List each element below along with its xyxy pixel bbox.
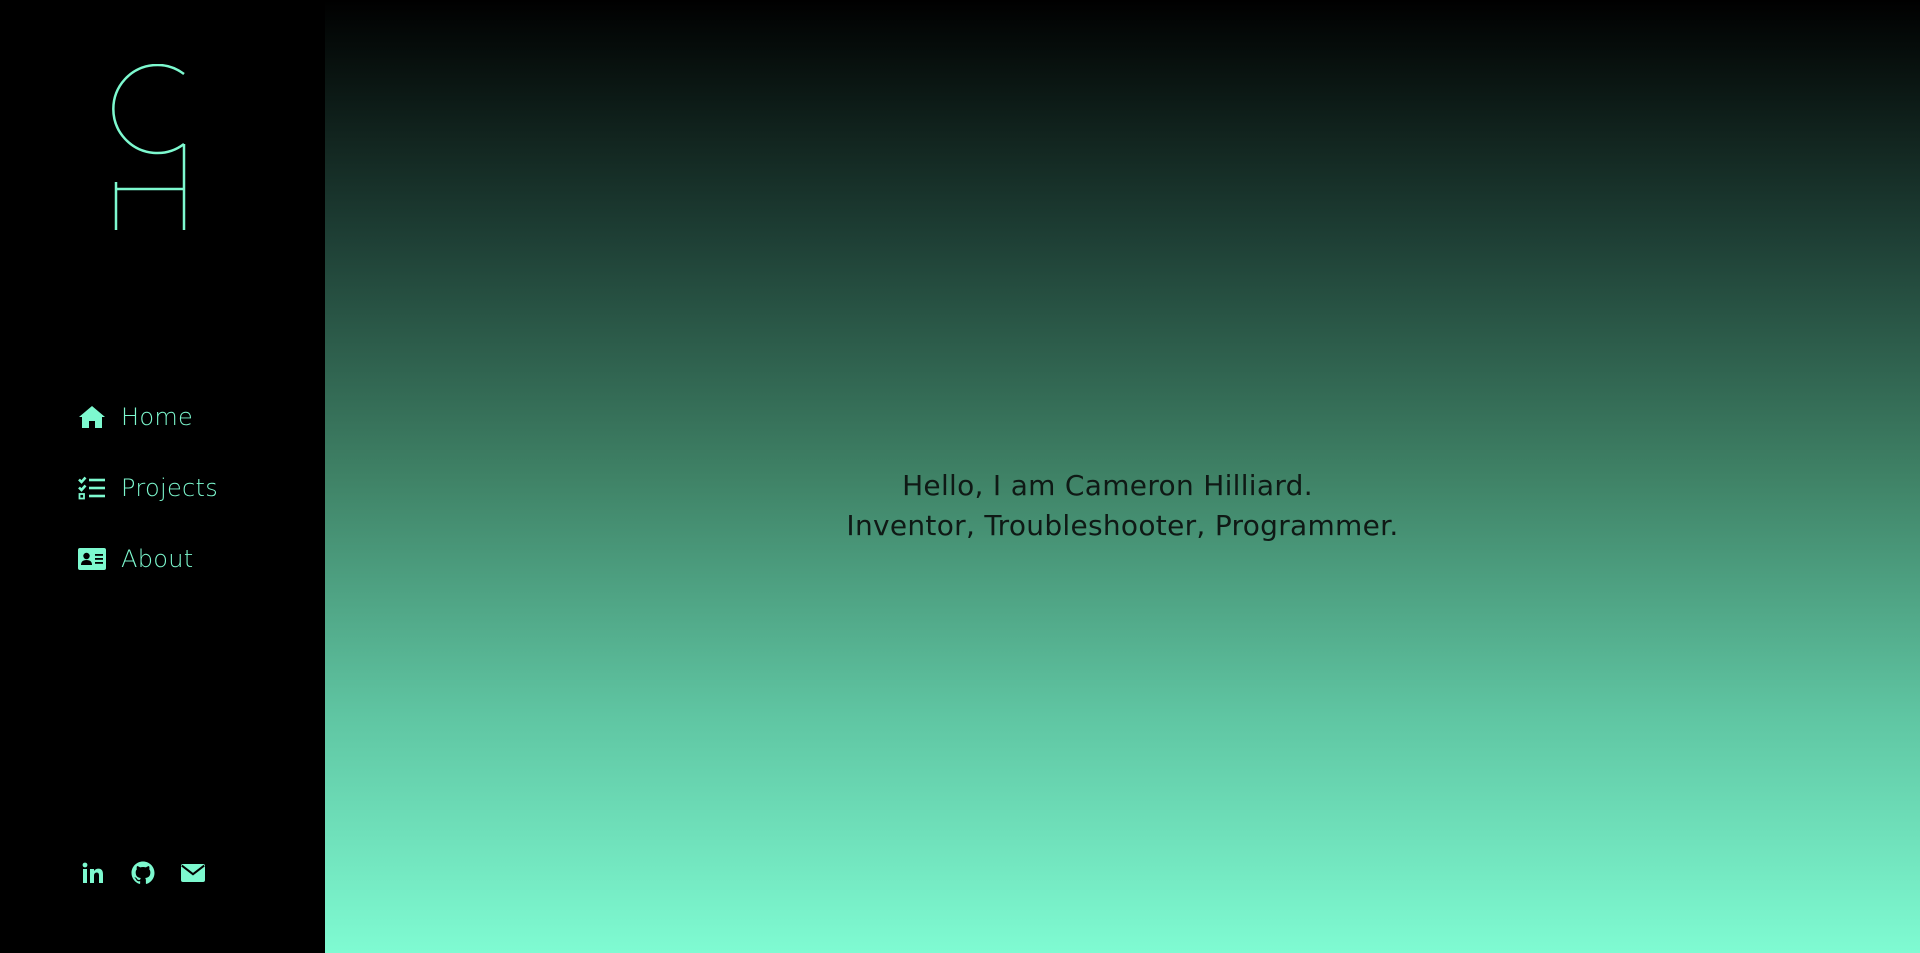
page: Home Projects About Hello, I am Cameron … xyxy=(0,0,1920,953)
hero-greeting: Hello, I am Cameron Hilliard. xyxy=(902,469,1313,502)
nav-label-home: Home xyxy=(121,403,194,431)
nav-label-about: About xyxy=(121,545,194,573)
hero-section: Hello, I am Cameron Hilliard. Inventor, … xyxy=(325,0,1920,953)
hero-tagline: Inventor, Troubleshooter, Programmer. xyxy=(846,509,1399,542)
sidebar: Home Projects About xyxy=(0,0,325,953)
nav-item-about[interactable]: About xyxy=(78,539,218,579)
linkedin-icon xyxy=(82,862,103,883)
linkedin-link[interactable] xyxy=(80,860,106,886)
nav-item-projects[interactable]: Projects xyxy=(78,468,218,508)
envelope-icon xyxy=(181,864,205,882)
email-link[interactable] xyxy=(180,860,206,886)
hero-text: Hello, I am Cameron Hilliard. Inventor, … xyxy=(325,466,1920,546)
sidebar-nav: Home Projects About xyxy=(78,397,218,610)
nav-item-home[interactable]: Home xyxy=(78,397,218,437)
tasks-list-icon xyxy=(78,474,106,502)
ch-logo[interactable] xyxy=(104,64,188,234)
github-icon xyxy=(131,861,155,884)
github-link[interactable] xyxy=(130,860,156,886)
home-icon xyxy=(78,403,106,431)
social-links xyxy=(80,860,230,886)
id-card-icon xyxy=(78,545,106,573)
nav-label-projects: Projects xyxy=(121,474,219,502)
